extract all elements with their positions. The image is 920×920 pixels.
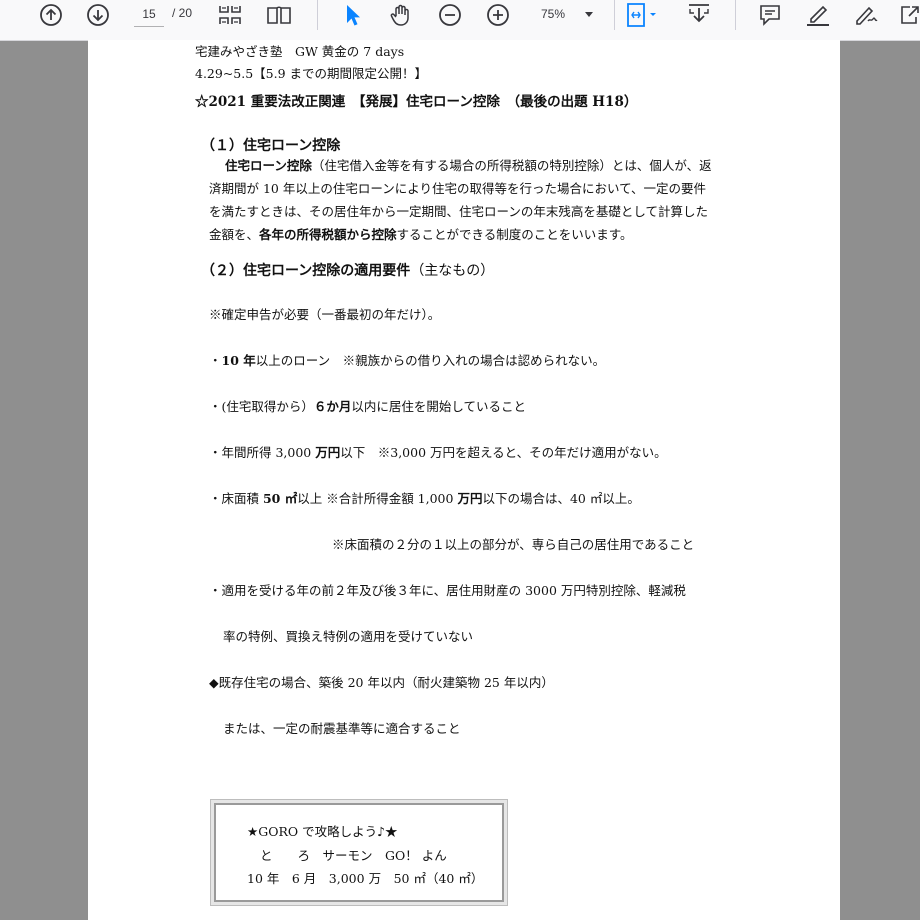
keyword-annual-tax: 各年の所得税額から控除 (259, 227, 397, 242)
text-segment: 金額を、 (209, 227, 260, 242)
page-number-input[interactable] (134, 2, 164, 27)
pdf-toolbar: / 20 75% (0, 0, 920, 41)
section2-heading-sub: （主なもの） (410, 263, 495, 279)
keyword-10-years: 10 年 (221, 353, 256, 368)
mnemonic-values: 10 年 6 月 3,000 万 50 ㎡（40 ㎡） (247, 871, 484, 886)
text-segment: 以内に居住を開始していること (351, 399, 527, 414)
text-segment: ・年間所得 3,000 (209, 445, 316, 460)
section2-heading-main: （２）住宅ローン控除の適用要件 (201, 263, 411, 279)
up-arrow-icon[interactable] (36, 0, 66, 30)
download-icon[interactable] (684, 0, 714, 30)
keyword-man-yen: 万円 (315, 445, 341, 460)
keyword-50-sqm: 50 ㎡ (262, 491, 298, 506)
existing-house-note: ◆既存住宅の場合、築後 20 年以内（耐火建築物 25 年以内） (209, 675, 554, 690)
highlight-icon[interactable] (803, 0, 833, 30)
zoom-in-icon[interactable] (483, 0, 513, 30)
mnemonic-phrase: と ろ サーモン GO！ よん (260, 848, 447, 863)
mnemonic-title: ★GORO で攻略しよう♪★ (247, 824, 398, 839)
mnemonic-box: ★GORO で攻略しよう♪★ と ろ サーモン GO！ よん 10 年 6 月 … (214, 803, 504, 902)
fit-page-icon[interactable] (622, 0, 662, 30)
share-icon[interactable] (898, 0, 920, 30)
text-segment: ・ (209, 353, 222, 368)
zoom-value: 75% (541, 7, 566, 21)
text-segment: 以上 ※合計所得金額 1,000 (297, 491, 458, 506)
text-segment: ・床面積 (209, 491, 263, 506)
section1-heading: （１）住宅ローン控除 (201, 138, 341, 154)
requirement-no-special-deduction: ・適用を受ける年の前２年及び後３年に、居住用財産の 3000 万円特別控除、軽減… (209, 583, 686, 598)
text-segment: することができる制度のことをいいます。 (396, 227, 633, 242)
requirement-loan-term: ・10 年以上のローン ※親族からの借り入れの場合は認められない。 (209, 349, 605, 372)
earthquake-standard-note: または、一定の耐震基準等に適合すること (223, 721, 461, 736)
section2-heading: （２）住宅ローン控除の適用要件（主なもの） (201, 260, 494, 280)
text-segment: ・(住宅取得から） (209, 399, 314, 414)
section1-paragraph-line2: 済期間が 10 年以上の住宅ローンにより住宅の取得等を行った場合において、一定の… (209, 181, 706, 196)
requirement-floor-area: ・床面積 50 ㎡以上 ※合計所得金額 1,000 万円以下の場合は、40 ㎡以… (209, 487, 640, 510)
zoom-select[interactable]: 75% (530, 3, 602, 25)
requirement-move-in: ・(住宅取得から）６か月以内に居住を開始していること (209, 395, 526, 418)
doc-title: ☆2021 重要法改正関連 【発展】住宅ローン控除 （最後の出題 H18） (195, 94, 638, 110)
down-arrow-icon[interactable] (83, 0, 113, 30)
book-icon[interactable] (264, 0, 294, 30)
text-segment: 以下 ※3,000 万円を超えると、その年だけ適用がない。 (340, 445, 667, 460)
requirement-no-special-deduction-cont: 率の特例、買換え特例の適用を受けていない (223, 629, 474, 644)
pdf-page: 宅建みやざき塾 GW 黄金の 7 days 4.29~5.5【5.9 までの期間… (88, 40, 840, 920)
doc-header-line1: 宅建みやざき塾 GW 黄金の 7 days (195, 44, 405, 59)
page-total-label: / 20 (172, 6, 193, 20)
sign-icon[interactable] (851, 0, 881, 30)
two-page-grid-icon[interactable] (215, 0, 245, 30)
zoom-out-icon[interactable] (435, 0, 465, 30)
hand-icon[interactable] (386, 0, 416, 30)
pointer-icon[interactable] (338, 0, 368, 30)
section1-paragraph-line1: 住宅ローン控除（住宅借入金等を有する場合の所得税額の特別控除）とは、個人が、返 (225, 154, 712, 177)
text-segment: 以下の場合は、40 ㎡以上。 (482, 491, 640, 506)
comment-icon[interactable] (755, 0, 785, 30)
chevron-down-icon (585, 11, 594, 17)
keyword-man-yen: 万円 (457, 491, 483, 506)
doc-header-line2: 4.29~5.5【5.9 までの期間限定公開！】 (195, 66, 428, 81)
requirement-income: ・年間所得 3,000 万円以下 ※3,000 万円を超えると、その年だけ適用が… (209, 441, 667, 464)
requirement-tax-return: ※確定申告が必要（一番最初の年だけ）。 (209, 307, 441, 322)
text-segment: （住宅借入金等を有する場合の所得税額の特別控除）とは、個人が、返 (311, 158, 712, 173)
keyword-6-months: ６か月 (313, 399, 352, 414)
section1-paragraph-line4: 金額を、各年の所得税額から控除することができる制度のことをいいます。 (209, 223, 633, 246)
requirement-residential-use: ※床面積の２分の１以上の部分が、専ら自己の居住用であること (332, 537, 695, 552)
section1-paragraph-line3: を満たすときは、その居住年から一定期間、住宅ローンの年末残高を基礎として計算した (209, 204, 709, 219)
text-segment: 以上のローン ※親族からの借り入れの場合は認められない。 (255, 353, 606, 368)
keyword-loan-deduction: 住宅ローン控除 (225, 158, 312, 173)
